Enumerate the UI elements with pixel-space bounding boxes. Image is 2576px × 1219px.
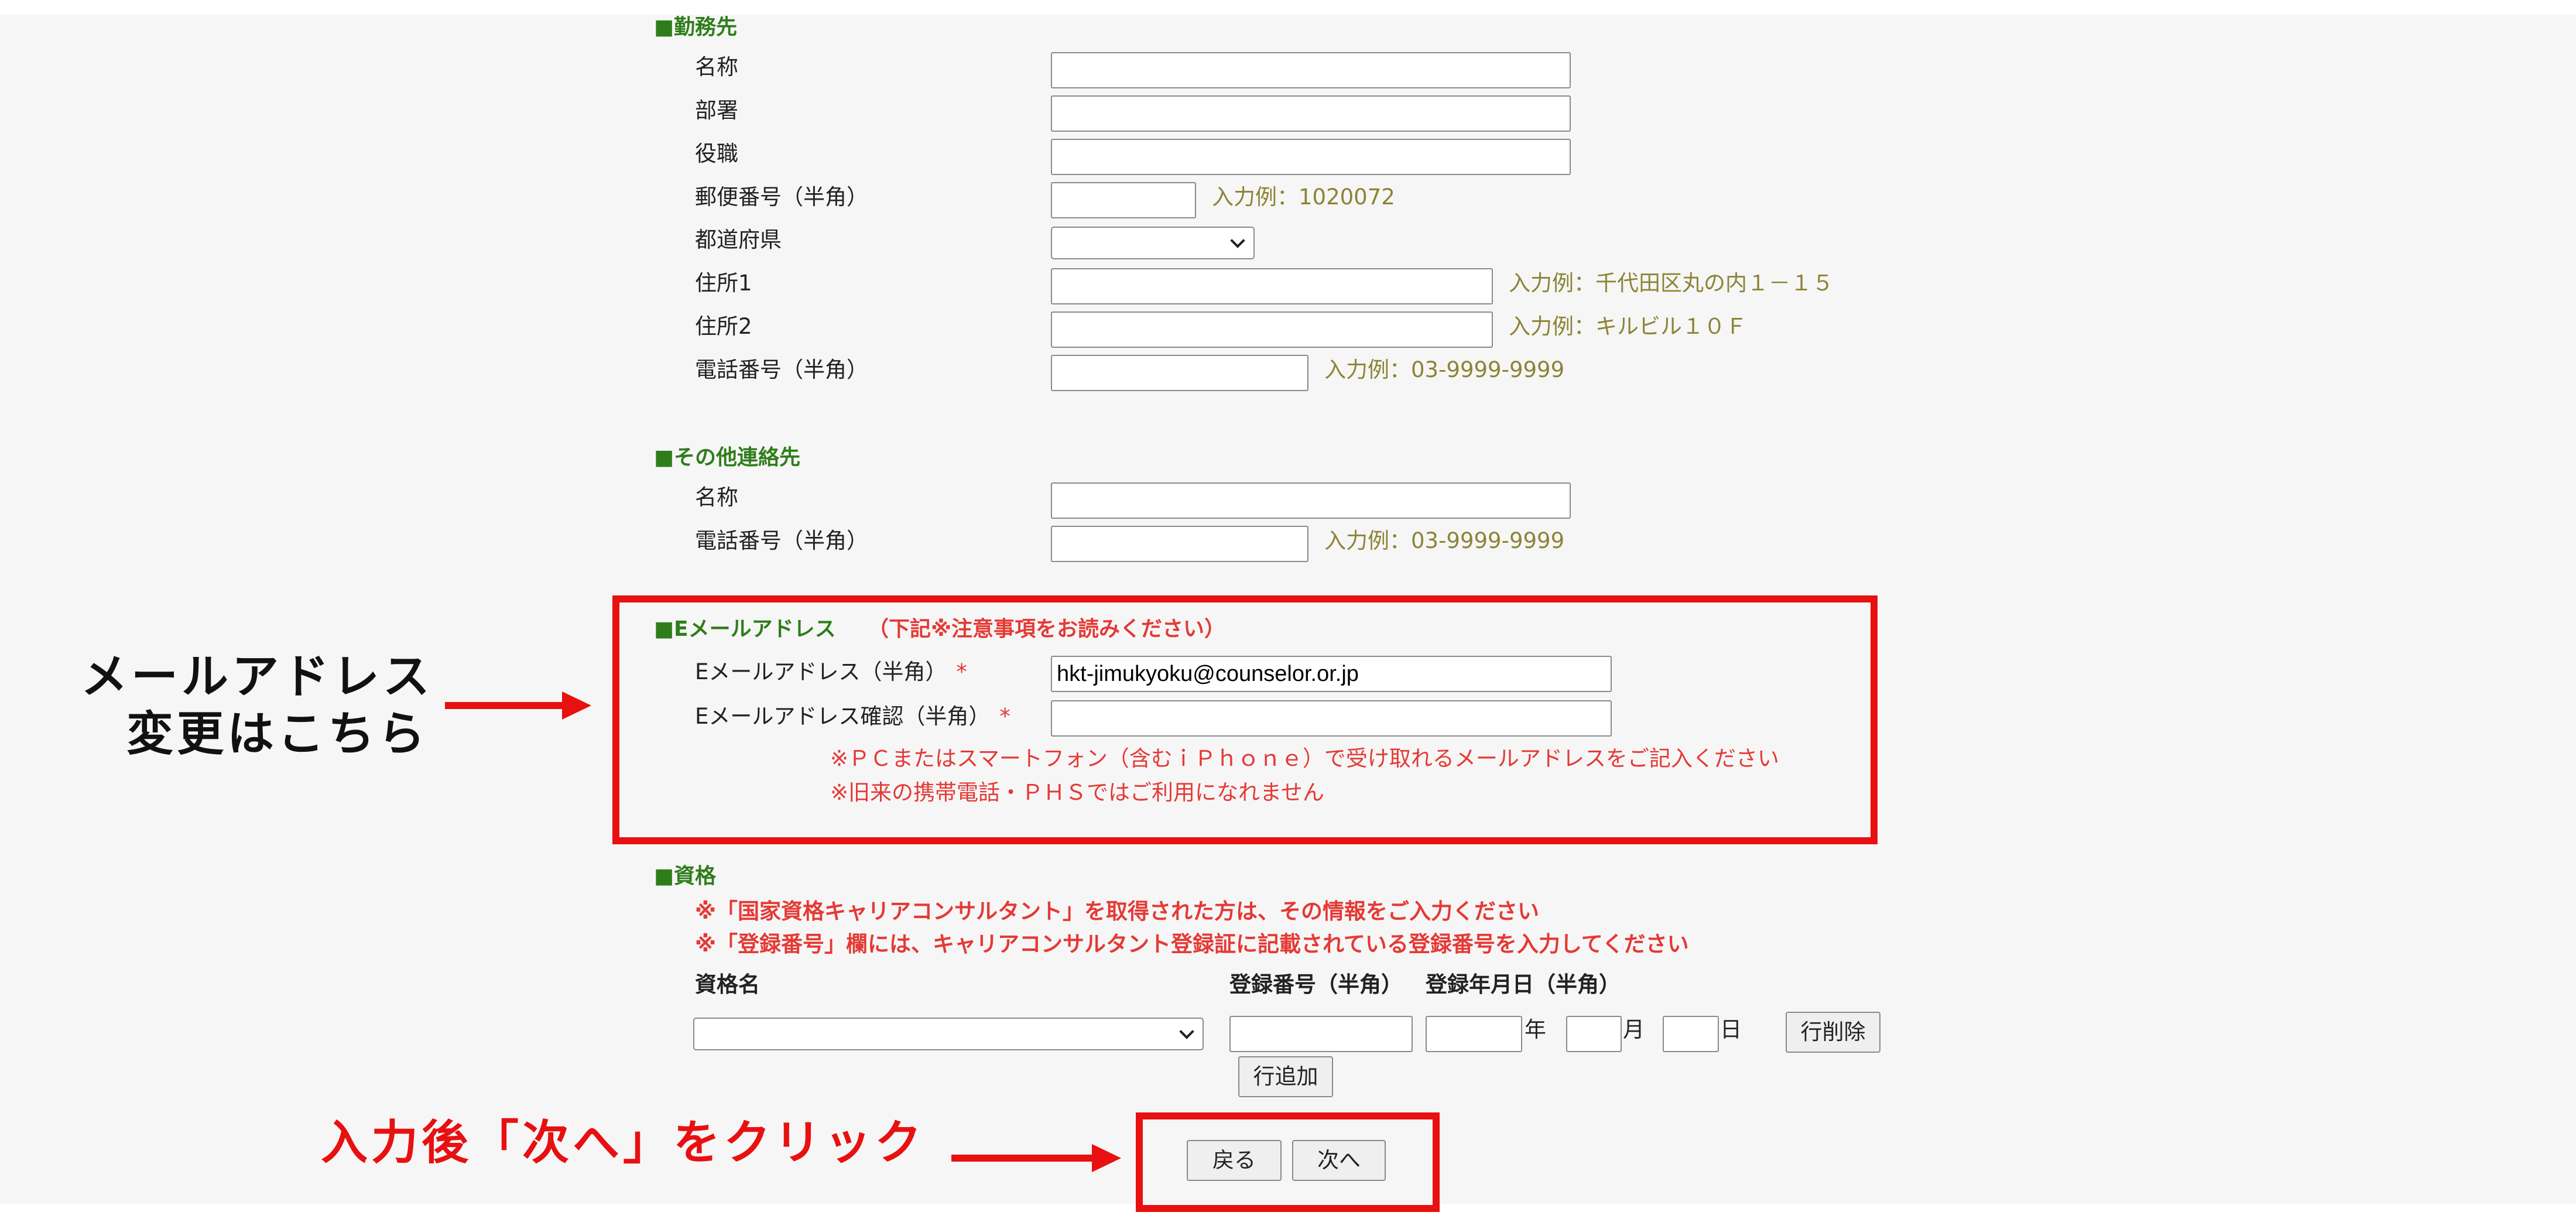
workplace-phone-input[interactable] <box>1051 355 1308 391</box>
workplace-addr2-label: 住所2 <box>695 314 752 339</box>
workplace-addr2-input[interactable] <box>1051 311 1493 348</box>
workplace-addr2-hint: 入力例：キルビル１０Ｆ <box>1509 314 1747 339</box>
section-title-qualification: ■資格 <box>654 864 717 888</box>
workplace-name-label: 名称 <box>695 54 738 80</box>
col-header-name: 資格名 <box>695 972 760 997</box>
workplace-phone-hint: 入力例：03-9999-9999 <box>1324 357 1565 382</box>
other-contact-phone-label: 電話番号（半角） <box>695 528 868 553</box>
add-row-button[interactable]: 行追加 <box>1238 1056 1333 1097</box>
month-label: 月 <box>1623 1017 1645 1042</box>
qualification-note-2: ※「登録番号」欄には、キャリアコンサルタント登録証に記載されている登録番号を入力… <box>695 932 1689 957</box>
next-arrow-line <box>951 1155 1098 1162</box>
workplace-postal-input[interactable] <box>1051 182 1196 218</box>
email-highlight-frame <box>612 595 1878 844</box>
workplace-phone-label: 電話番号（半角） <box>695 357 868 382</box>
workplace-addr1-hint: 入力例：千代田区丸の内１－１５ <box>1509 270 1834 296</box>
workplace-addr1-input[interactable] <box>1051 268 1493 304</box>
workplace-postal-label: 郵便番号（半角） <box>695 184 868 210</box>
arrow-right-icon <box>1092 1144 1121 1172</box>
workplace-pref-label: 都道府県 <box>695 227 782 252</box>
day-label: 日 <box>1720 1017 1742 1042</box>
registration-form-page: ■勤務先 名称 部署 役職 郵便番号（半角） 入力例：1020072 都道府県 … <box>0 15 2576 1212</box>
workplace-addr1-label: 住所1 <box>695 270 752 296</box>
delete-row-button[interactable]: 行削除 <box>1786 1012 1880 1053</box>
email-arrow-line <box>445 702 568 709</box>
col-header-regno: 登録番号（半角） <box>1229 972 1403 997</box>
other-contact-phone-input[interactable] <box>1051 526 1308 562</box>
workplace-name-input[interactable] <box>1051 52 1571 88</box>
workplace-position-input[interactable] <box>1051 139 1571 175</box>
workplace-position-label: 役職 <box>695 141 738 166</box>
workplace-pref-select[interactable] <box>1051 227 1255 259</box>
qualification-name-select[interactable] <box>693 1018 1204 1050</box>
next-highlight-frame <box>1136 1112 1440 1212</box>
other-contact-name-input[interactable] <box>1051 482 1571 519</box>
year-label: 年 <box>1525 1017 1546 1042</box>
email-callout-line-1: メールアドレス <box>81 649 433 704</box>
workplace-dept-input[interactable] <box>1051 95 1571 132</box>
section-title-other-contact: ■その他連絡先 <box>654 446 801 470</box>
workplace-dept-label: 部署 <box>695 98 738 123</box>
section-title-workplace: ■勤務先 <box>654 15 738 39</box>
workplace-postal-hint: 入力例：1020072 <box>1212 184 1395 210</box>
regno-input[interactable] <box>1229 1016 1413 1052</box>
email-callout-line-2: 変更はこちら <box>126 707 429 761</box>
arrow-right-icon <box>562 691 591 720</box>
col-header-regdate: 登録年月日（半角） <box>1426 972 1621 997</box>
chevron-down-icon <box>1230 233 1245 248</box>
next-callout: 入力後「次へ」をクリック <box>321 1115 925 1170</box>
chevron-down-icon <box>1179 1024 1194 1039</box>
other-contact-phone-hint: 入力例：03-9999-9999 <box>1324 528 1565 553</box>
reg-day-input[interactable] <box>1663 1016 1719 1052</box>
other-contact-name-label: 名称 <box>695 485 738 510</box>
qualification-note-1: ※「国家資格キャリアコンサルタント」を取得された方は、その情報をご入力ください <box>695 899 1539 924</box>
reg-month-input[interactable] <box>1566 1016 1622 1052</box>
reg-year-input[interactable] <box>1426 1016 1522 1052</box>
